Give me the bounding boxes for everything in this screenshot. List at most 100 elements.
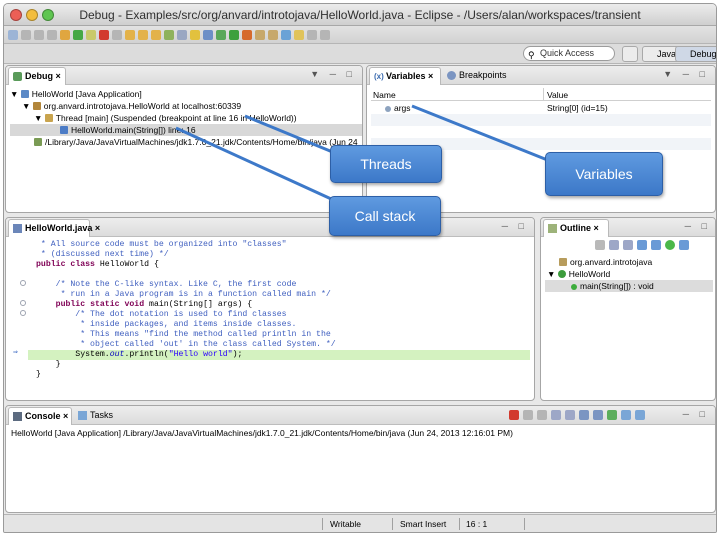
hide-fields-icon[interactable] <box>623 240 633 250</box>
disconnect-icon[interactable] <box>112 29 122 40</box>
step-return-icon[interactable] <box>151 29 161 40</box>
pin-console-icon[interactable] <box>607 410 617 420</box>
view-controls[interactable]: ─ □ <box>683 409 709 419</box>
main-toolbar <box>4 26 716 44</box>
forward-icon[interactable] <box>320 29 330 40</box>
new-icon[interactable] <box>8 29 18 40</box>
hide-static-icon[interactable] <box>637 240 647 250</box>
debug-view: Debug × ▼ ─ □ ▼ HelloWorld [Java Applica… <box>5 65 363 213</box>
thread-icon <box>44 114 53 122</box>
hide-local-types-icon[interactable] <box>665 240 675 250</box>
search-toolbar-icon[interactable] <box>281 29 291 40</box>
variable-row-args[interactable]: args String[0] (id=15) <box>371 102 713 114</box>
terminate-icon[interactable] <box>509 410 519 420</box>
search-icon: ⚲ <box>528 50 535 60</box>
run-icon[interactable] <box>229 29 239 40</box>
title-bar: Debug - Examples/src/org/anvard/introtoj… <box>4 4 716 26</box>
fold-icon[interactable] <box>20 300 26 306</box>
fold-icon[interactable] <box>20 310 26 316</box>
view-controls[interactable]: ▼ ─ □ <box>310 69 356 79</box>
window-title: Debug - Examples/src/org/anvard/introtoj… <box>79 8 641 22</box>
tree-row-thread[interactable]: ▼ Thread [main] (Suspended (breakpoint a… <box>34 112 297 124</box>
view-controls[interactable]: ─ □ <box>502 221 528 231</box>
annotation-icon[interactable] <box>294 29 304 40</box>
terminate-icon[interactable] <box>99 29 109 40</box>
back-icon[interactable] <box>307 29 317 40</box>
console-tabs: Console × Tasks ─ □ <box>6 406 715 425</box>
use-step-filters-icon[interactable] <box>177 29 187 40</box>
tree-row-application[interactable]: ▼ HelloWorld [Java Application] <box>10 88 142 100</box>
save-icon[interactable] <box>21 29 31 40</box>
console-output[interactable]: HelloWorld [Java Application] /Library/J… <box>11 428 513 438</box>
remove-all-icon[interactable] <box>537 410 547 420</box>
collapse-all-icon[interactable] <box>595 240 605 250</box>
code-line: * run in a Java program is in a function… <box>36 290 331 299</box>
tab-variables[interactable]: (x) Variables × <box>369 67 441 85</box>
clear-console-icon[interactable] <box>551 410 561 420</box>
skip-breakpoints-icon[interactable] <box>60 29 70 40</box>
divider <box>524 518 525 530</box>
save-all-icon[interactable] <box>34 29 44 40</box>
step-over-icon[interactable] <box>138 29 148 40</box>
bug-icon <box>13 72 22 81</box>
local-variable-icon <box>385 106 391 112</box>
outline-class[interactable]: ▼ HelloWorld <box>547 268 610 280</box>
new-package-icon[interactable] <box>255 29 265 40</box>
scroll-lock-icon[interactable] <box>565 410 575 420</box>
drop-to-frame-icon[interactable] <box>164 29 174 40</box>
code-line: /* Note the C-like syntax. Like C, the f… <box>36 280 297 289</box>
tree-row-stack-frame[interactable]: HelloWorld.main(String[]) line: 16 <box>10 124 362 136</box>
step-into-icon[interactable] <box>125 29 135 40</box>
fold-icon[interactable] <box>20 280 26 286</box>
perspective-debug[interactable]: Debug <box>675 46 716 62</box>
column-name[interactable]: Name <box>373 90 396 100</box>
code-line: } <box>36 360 61 369</box>
open-type-icon[interactable] <box>268 29 278 40</box>
outline-method[interactable]: main(String[]) : void <box>545 280 713 292</box>
divider <box>459 518 460 530</box>
tree-row-process[interactable]: /Library/Java/JavaVirtualMachines/jdk1.7… <box>34 136 358 148</box>
view-controls[interactable]: ▼ ─ □ <box>663 69 709 79</box>
highlight-icon[interactable] <box>190 29 200 40</box>
sort-icon[interactable] <box>609 240 619 250</box>
tab-tasks[interactable]: Tasks <box>74 407 119 425</box>
column-divider[interactable] <box>543 88 544 100</box>
tab-breakpoints[interactable]: Breakpoints <box>443 67 513 85</box>
outline-package[interactable]: org.anvard.introtojava <box>559 256 652 268</box>
code-line-current: System.out.println("Hello world"); <box>36 350 243 359</box>
debug-run-icon[interactable] <box>216 29 226 40</box>
quick-access-input[interactable]: Quick Access <box>523 46 615 61</box>
console-view: Console × Tasks ─ □ HelloWorld [Java App… <box>5 405 716 513</box>
callout-threads: Threads <box>330 145 442 183</box>
coverage-icon[interactable] <box>242 29 252 40</box>
package-icon <box>559 258 567 266</box>
view-controls[interactable]: ─ □ <box>685 221 711 231</box>
tasks-icon <box>78 411 87 420</box>
hide-nonpublic-icon[interactable] <box>651 240 661 250</box>
tab-console[interactable]: Console × <box>8 407 72 425</box>
tab-outline[interactable]: Outline × <box>543 219 609 237</box>
show-stderr-icon[interactable] <box>593 410 603 420</box>
tab-helloworld-java[interactable]: HelloWorld.java × <box>8 219 100 237</box>
code-line: * object called 'out' in the class calle… <box>36 340 336 349</box>
resume-icon[interactable] <box>73 29 83 40</box>
external-tools-icon[interactable] <box>203 29 213 40</box>
tab-debug[interactable]: Debug × <box>8 67 66 85</box>
code-line: public class HelloWorld { <box>36 260 159 269</box>
print-icon[interactable] <box>47 29 57 40</box>
remove-launch-icon[interactable] <box>523 410 533 420</box>
open-console-icon[interactable] <box>635 410 645 420</box>
show-stdout-icon[interactable] <box>579 410 589 420</box>
column-value[interactable]: Value <box>547 90 568 100</box>
instruction-pointer-icon: ⇒ <box>13 348 18 357</box>
breakpoints-icon <box>447 71 456 80</box>
display-console-icon[interactable] <box>621 410 631 420</box>
outline-view: Outline × ─ □ org.anvard.introtojava ▼ H… <box>540 217 716 401</box>
code-editor[interactable]: ⇒ * All source code must be organized in… <box>13 238 530 396</box>
open-perspective-icon[interactable] <box>622 46 638 62</box>
java-app-icon <box>20 90 29 98</box>
suspend-icon[interactable] <box>86 29 96 40</box>
divider <box>392 518 393 530</box>
link-editor-icon[interactable] <box>679 240 689 250</box>
tree-row-vm[interactable]: ▼ org.anvard.introtojava.HelloWorld at l… <box>22 100 241 112</box>
